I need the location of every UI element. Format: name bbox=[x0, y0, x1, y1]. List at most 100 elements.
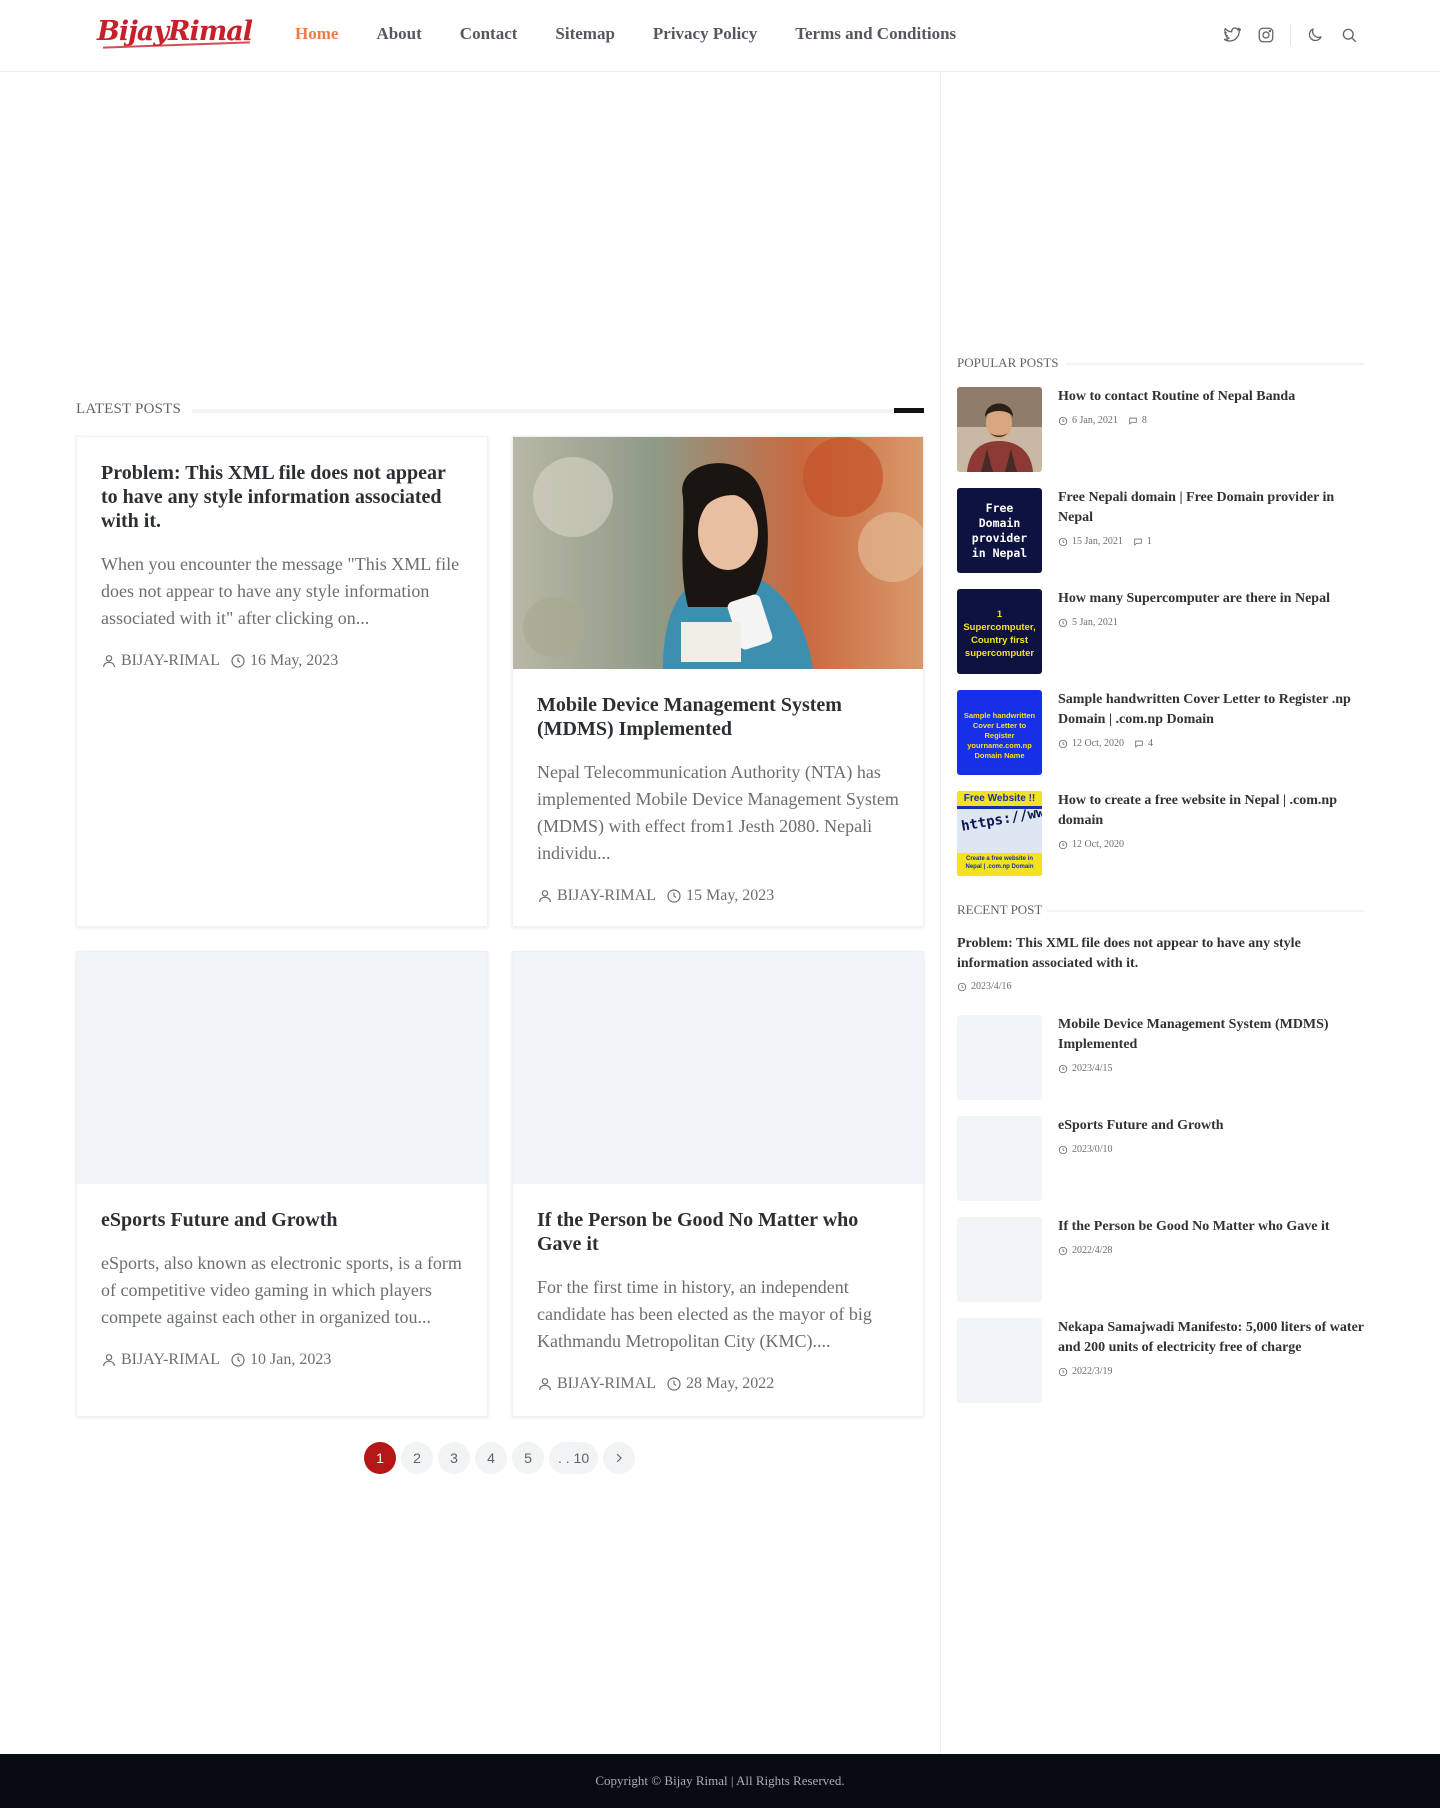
recent-post-meta: 2022/4/28 bbox=[1058, 1245, 1113, 1256]
post-title[interactable]: Mobile Device Management System (MDMS) I… bbox=[537, 693, 899, 741]
recent-post-item[interactable]: Nekapa Samajwadi Manifesto: 5,000 liters… bbox=[957, 1318, 1364, 1403]
page-5[interactable]: 5 bbox=[512, 1442, 544, 1474]
nav-home[interactable]: Home bbox=[295, 24, 338, 44]
clock-icon bbox=[1058, 1367, 1068, 1376]
popular-post-item[interactable]: Sample handwritten Cover Letter to Regis… bbox=[957, 690, 1364, 775]
page-last[interactable]: . . 10 bbox=[549, 1442, 599, 1474]
recent-post-thumbnail-placeholder[interactable] bbox=[957, 1015, 1042, 1100]
moon-icon[interactable] bbox=[1305, 25, 1325, 45]
nav-privacy-policy[interactable]: Privacy Policy bbox=[653, 24, 757, 44]
post-excerpt: When you encounter the message "This XML… bbox=[101, 554, 460, 628]
recent-post-featured[interactable]: Problem: This XML file does not appear t… bbox=[957, 934, 1364, 992]
recent-post-date: 2023/4/15 bbox=[1072, 1063, 1113, 1074]
popular-post-thumbnail[interactable]: Free Domain provider in Nepal bbox=[957, 488, 1042, 573]
recent-post-thumbnail-placeholder[interactable] bbox=[957, 1116, 1042, 1201]
pagination: 1 2 3 4 5 . . 10 bbox=[364, 1442, 640, 1474]
clock-icon bbox=[667, 1377, 681, 1391]
post-title[interactable]: Problem: This XML file does not appear t… bbox=[101, 461, 463, 533]
recent-post-title[interactable]: Mobile Device Management System (MDMS) I… bbox=[1058, 1015, 1364, 1055]
recent-post-thumbnail-placeholder[interactable] bbox=[957, 1318, 1042, 1403]
popular-post-item[interactable]: 1 Supercomputer, Country first supercomp… bbox=[957, 589, 1364, 674]
recent-post-title[interactable]: eSports Future and Growth bbox=[1058, 1116, 1364, 1136]
post-author[interactable]: BIJAY-RIMAL bbox=[121, 1351, 220, 1369]
popular-post-thumbnail[interactable]: Free Website !! https://www Create a fre… bbox=[957, 791, 1042, 876]
post-date: 28 May, 2022 bbox=[685, 1375, 775, 1392]
post-card[interactable]: If the Person be Good No Matter who Gave… bbox=[512, 951, 924, 1417]
popular-post-title[interactable]: How to contact Routine of Nepal Banda bbox=[1058, 387, 1364, 407]
popular-post-thumbnail[interactable] bbox=[957, 387, 1042, 472]
clock-icon bbox=[1058, 618, 1068, 627]
popular-post-title[interactable]: How to create a free website in Nepal | … bbox=[1058, 791, 1364, 831]
popular-post-meta: 6 Jan, 2021 8 bbox=[1058, 415, 1147, 426]
nav-terms[interactable]: Terms and Conditions bbox=[795, 24, 956, 44]
recent-post-date: 2022/3/19 bbox=[1072, 1366, 1113, 1377]
search-icon[interactable] bbox=[1339, 25, 1359, 45]
popular-post-item[interactable]: How to contact Routine of Nepal Banda 6 … bbox=[957, 387, 1364, 472]
recent-post-title[interactable]: Problem: This XML file does not appear t… bbox=[957, 934, 1364, 974]
post-card[interactable]: Mobile Device Management System (MDMS) I… bbox=[512, 436, 924, 927]
post-title[interactable]: eSports Future and Growth bbox=[101, 1208, 463, 1232]
popular-posts-heading: POPULAR POSTS bbox=[957, 355, 1364, 371]
chevron-right-icon bbox=[617, 1453, 622, 1463]
header-separator bbox=[1290, 24, 1291, 46]
post-meta: BIJAY-RIMAL 10 Jan, 2023 bbox=[101, 1351, 463, 1369]
clock-icon bbox=[1058, 1064, 1068, 1073]
main-nav: Home About Contact Sitemap Privacy Polic… bbox=[295, 24, 994, 44]
clock-icon bbox=[231, 654, 245, 668]
site-logo[interactable]: BijayRimal bbox=[97, 16, 253, 49]
popular-post-title[interactable]: Free Nepali domain | Free Domain provide… bbox=[1058, 488, 1364, 528]
instagram-icon[interactable] bbox=[1256, 25, 1276, 45]
nav-about[interactable]: About bbox=[376, 24, 421, 44]
header-icons bbox=[1222, 24, 1373, 46]
recent-post-title[interactable]: Nekapa Samajwadi Manifesto: 5,000 liters… bbox=[1058, 1318, 1364, 1358]
post-card[interactable]: eSports Future and Growth eSports, also … bbox=[76, 951, 488, 1417]
page-3[interactable]: 3 bbox=[438, 1442, 470, 1474]
popular-post-item[interactable]: Free Domain provider in Nepal Free Nepal… bbox=[957, 488, 1364, 573]
recent-post-item[interactable]: eSports Future and Growth 2023/0/10 bbox=[957, 1116, 1364, 1201]
nav-contact[interactable]: Contact bbox=[460, 24, 518, 44]
clock-icon bbox=[1058, 416, 1068, 425]
post-author[interactable]: BIJAY-RIMAL bbox=[121, 652, 220, 670]
comment-count: 4 bbox=[1147, 738, 1153, 749]
page-4[interactable]: 4 bbox=[475, 1442, 507, 1474]
twitter-icon[interactable] bbox=[1222, 25, 1242, 45]
post-thumbnail[interactable] bbox=[513, 437, 923, 669]
popular-post-item[interactable]: Free Website !! https://www Create a fre… bbox=[957, 791, 1364, 876]
page-1[interactable]: 1 bbox=[364, 1442, 396, 1474]
recent-post-item[interactable]: If the Person be Good No Matter who Gave… bbox=[957, 1217, 1364, 1302]
recent-post-meta: 2022/3/19 bbox=[1058, 1366, 1113, 1377]
post-card[interactable]: Problem: This XML file does not appear t… bbox=[76, 436, 488, 927]
post-author[interactable]: BIJAY-RIMAL bbox=[557, 887, 656, 905]
recent-post-heading: RECENT POST bbox=[957, 902, 1364, 918]
recent-post-item[interactable]: Mobile Device Management System (MDMS) I… bbox=[957, 1015, 1364, 1100]
popular-post-thumbnail[interactable]: 1 Supercomputer, Country first supercomp… bbox=[957, 589, 1042, 674]
clock-icon bbox=[1058, 840, 1068, 849]
comment-icon bbox=[1129, 417, 1137, 425]
site-header: BijayRimal Home About Contact Sitemap Pr… bbox=[0, 0, 1440, 72]
recent-post-title[interactable]: If the Person be Good No Matter who Gave… bbox=[1058, 1217, 1364, 1237]
recent-post-date: 2023/0/10 bbox=[1072, 1144, 1113, 1155]
popular-post-title[interactable]: Sample handwritten Cover Letter to Regis… bbox=[1058, 690, 1364, 730]
post-meta: BIJAY-RIMAL 28 May, 2022 bbox=[537, 1375, 899, 1393]
next-page-button[interactable] bbox=[603, 1442, 636, 1474]
post-thumbnail-placeholder[interactable] bbox=[77, 952, 487, 1184]
nav-sitemap[interactable]: Sitemap bbox=[555, 24, 615, 44]
post-title[interactable]: If the Person be Good No Matter who Gave… bbox=[537, 1208, 899, 1256]
thumbnail-text: Free Website !! bbox=[963, 793, 1036, 804]
recent-post-date: 2023/4/16 bbox=[971, 981, 1012, 992]
popular-post-thumbnail[interactable]: Sample handwritten Cover Letter to Regis… bbox=[957, 690, 1042, 775]
post-meta: BIJAY-RIMAL 16 May, 2023 bbox=[101, 652, 463, 670]
clock-icon bbox=[1058, 739, 1068, 748]
section-title: RECENT POST bbox=[957, 902, 1043, 917]
man-portrait-photo bbox=[957, 387, 1042, 472]
post-author[interactable]: BIJAY-RIMAL bbox=[557, 1375, 656, 1393]
popular-post-date: 12 Oct, 2020 bbox=[1072, 738, 1124, 749]
latest-posts-heading: LATEST POSTS bbox=[76, 400, 924, 422]
page-2[interactable]: 2 bbox=[401, 1442, 433, 1474]
comment-icon bbox=[1135, 740, 1143, 748]
user-icon bbox=[103, 1354, 115, 1367]
post-thumbnail-placeholder[interactable] bbox=[513, 952, 923, 1184]
recent-post-thumbnail-placeholder[interactable] bbox=[957, 1217, 1042, 1302]
popular-post-title[interactable]: How many Supercomputer are there in Nepa… bbox=[1058, 589, 1364, 609]
popular-post-date: 5 Jan, 2021 bbox=[1072, 617, 1118, 628]
